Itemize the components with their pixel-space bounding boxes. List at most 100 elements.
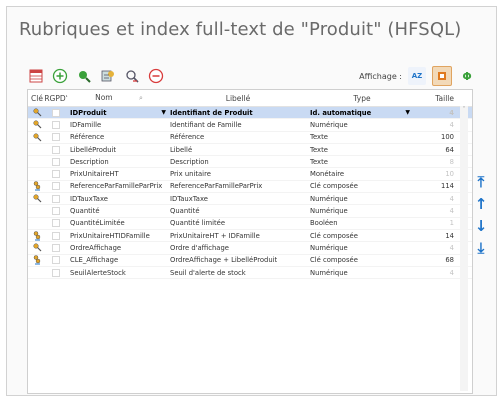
field-name[interactable]: PrixUnitaireHT — [68, 170, 168, 178]
field-size[interactable]: 8 — [414, 158, 458, 166]
field-size[interactable]: 68 — [414, 256, 458, 264]
rgpd-checkbox[interactable] — [52, 120, 60, 129]
header-nom[interactable]: Nom ⌕ — [68, 93, 168, 103]
field-size[interactable]: 4 — [414, 269, 458, 277]
field-name[interactable]: LibelléProduit — [68, 146, 168, 154]
field-label[interactable]: Libellé — [168, 146, 306, 154]
field-size[interactable]: 4 — [414, 207, 458, 215]
header-rgpd[interactable]: RGPD ¹ — [44, 94, 68, 103]
field-name[interactable]: CLE_Affichage — [68, 256, 168, 264]
move-top-icon[interactable]: ⤒ — [478, 173, 485, 191]
field-name-dropdown-icon[interactable]: ▼ — [161, 109, 166, 116]
text-view-icon[interactable]: Φ — [458, 67, 476, 85]
add-icon[interactable] — [51, 67, 69, 85]
header-taille[interactable]: Taille — [414, 94, 458, 103]
table-row[interactable]: PrixUnitaireHTIDFamille PrixUnitaireHT + … — [28, 230, 472, 243]
field-name[interactable]: IDProduit ▼ — [68, 109, 168, 117]
field-label[interactable]: Ordre d'affichage — [168, 244, 306, 252]
rgpd-checkbox[interactable] — [52, 243, 60, 252]
header-type[interactable]: Type — [306, 94, 414, 103]
rgpd-checkbox[interactable] — [52, 219, 60, 228]
field-size[interactable]: 4 — [414, 244, 458, 252]
header-libelle[interactable]: Libellé — [168, 94, 306, 103]
field-label[interactable]: Seuil d'alerte de stock — [168, 269, 306, 277]
field-size[interactable]: 4 — [414, 109, 458, 117]
table-row[interactable]: CLE_Affichage OrdreAffichage + LibelléPro… — [28, 255, 472, 267]
field-name[interactable]: Référence — [68, 133, 168, 141]
table-row[interactable]: Description Description Texte 8 — [28, 156, 472, 169]
field-name[interactable]: PrixUnitaireHTIDFamille — [68, 232, 168, 240]
field-type[interactable]: Texte — [306, 158, 414, 166]
header-cle[interactable]: Clé — [28, 94, 44, 103]
field-name[interactable]: Quantité — [68, 207, 168, 215]
sort-az-icon[interactable]: AZ — [408, 67, 426, 85]
table-scrollbar[interactable]: ˄ — [460, 106, 468, 391]
field-size[interactable]: 10 — [414, 170, 458, 178]
field-name[interactable]: ReferenceParFamilleParPrix — [68, 182, 168, 190]
rgpd-checkbox[interactable] — [52, 231, 60, 240]
field-label[interactable]: Quantité — [168, 207, 306, 215]
field-label[interactable]: Description — [168, 158, 306, 166]
field-type[interactable]: Clé composée — [306, 232, 414, 240]
rgpd-checkbox[interactable] — [52, 256, 60, 265]
rgpd-checkbox[interactable] — [52, 207, 60, 216]
field-size[interactable]: 64 — [414, 146, 458, 154]
move-bottom-icon[interactable]: ⤓ — [478, 239, 485, 257]
move-up-icon[interactable]: ↑ — [475, 195, 488, 213]
field-size[interactable]: 1 — [414, 219, 458, 227]
rgpd-checkbox[interactable] — [52, 157, 60, 166]
field-size[interactable]: 114 — [414, 182, 458, 190]
field-type[interactable]: Numérique — [306, 244, 414, 252]
field-label[interactable]: IDTauxTaxe — [168, 195, 306, 203]
field-type[interactable]: Numérique — [306, 121, 414, 129]
field-label[interactable]: Prix unitaire — [168, 170, 306, 178]
field-type[interactable]: Clé composée — [306, 182, 414, 190]
field-label[interactable]: OrdreAffichage + LibelléProduit — [168, 256, 306, 264]
field-name[interactable]: Description — [68, 158, 168, 166]
table-row[interactable]: IDFamille Identifiant de Famille Numérique… — [28, 119, 472, 132]
zoom-icon[interactable] — [75, 67, 93, 85]
rgpd-checkbox[interactable] — [52, 145, 60, 154]
field-size[interactable]: 4 — [414, 121, 458, 129]
field-type[interactable]: Id. automatique ▼ — [306, 109, 414, 117]
rgpd-checkbox[interactable] — [52, 194, 60, 203]
table-row[interactable]: OrdreAffichage Ordre d'affichage Numérique… — [28, 242, 472, 255]
field-label[interactable]: Quantité limitée — [168, 219, 306, 227]
type-dropdown-icon[interactable]: ▼ — [405, 109, 410, 116]
field-type[interactable]: Numérique — [306, 207, 414, 215]
table-row[interactable]: ReferenceParFamilleParPrix ReferenceParFa… — [28, 181, 472, 194]
remove-icon[interactable] — [147, 67, 165, 85]
table-row[interactable]: QuantitéLimitée Quantité limitée Booléen 1 — [28, 218, 472, 230]
field-name[interactable]: OrdreAffichage — [68, 244, 168, 252]
rgpd-checkbox[interactable] — [52, 182, 60, 191]
field-type[interactable]: Numérique — [306, 195, 414, 203]
field-size[interactable]: 14 — [414, 232, 458, 240]
field-type[interactable]: Texte — [306, 146, 414, 154]
table-row[interactable]: Quantité Quantité Numérique 4 — [28, 205, 472, 218]
field-name[interactable]: SeuilAlerteStock — [68, 269, 168, 277]
table-row[interactable]: IDTauxTaxe IDTauxTaxe Numérique 4 — [28, 193, 472, 206]
column-search-icon[interactable]: ⌕ — [139, 94, 143, 102]
table-row[interactable]: LibelléProduit Libellé Texte 64 — [28, 144, 472, 157]
rgpd-checkbox[interactable] — [52, 108, 60, 117]
table-row[interactable]: SeuilAlerteStock Seuil d'alerte de stock N… — [28, 267, 472, 280]
field-size[interactable]: 100 — [414, 133, 458, 141]
field-size[interactable]: 4 — [414, 195, 458, 203]
rgpd-checkbox[interactable] — [52, 133, 60, 142]
table-row[interactable]: Référence Référence Texte 100 — [28, 132, 472, 144]
table-row[interactable]: IDProduit ▼ Identifiant de Produit Id. auto… — [28, 107, 472, 120]
field-label[interactable]: ReferenceParFamilleParPrix — [168, 182, 306, 190]
field-type[interactable]: Booléen — [306, 219, 414, 227]
field-type[interactable]: Numérique — [306, 269, 414, 277]
rgpd-checkbox[interactable] — [52, 268, 60, 277]
search-remove-icon[interactable] — [123, 67, 141, 85]
field-name[interactable]: IDFamille — [68, 121, 168, 129]
table-icon[interactable] — [27, 67, 45, 85]
color-view-icon[interactable] — [432, 66, 452, 86]
field-name[interactable]: QuantitéLimitée — [68, 219, 168, 227]
scroll-up-icon[interactable]: ˄ — [460, 106, 468, 114]
field-label[interactable]: Identifiant de Famille — [168, 121, 306, 129]
field-label[interactable]: Référence — [168, 133, 306, 141]
index-icon[interactable] — [99, 67, 117, 85]
field-type[interactable]: Monétaire — [306, 170, 414, 178]
